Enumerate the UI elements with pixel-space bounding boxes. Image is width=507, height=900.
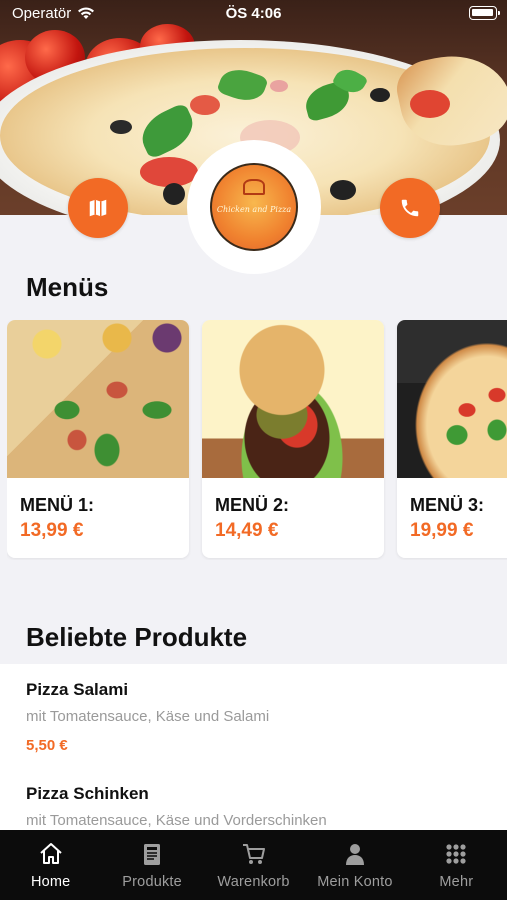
- product-name: Pizza Schinken: [26, 784, 149, 803]
- menu-3-price: 19,99 €: [410, 520, 474, 541]
- menu-2-price: 14,49 €: [215, 520, 279, 541]
- restaurant-logo: Chicken and Pizza: [210, 163, 298, 251]
- carrier-label: Operatör: [12, 4, 72, 22]
- tab-products[interactable]: Produkte: [101, 830, 202, 900]
- product-item[interactable]: Pizza Schinken mit Tomatensauce, Käse un…: [26, 784, 327, 829]
- product-name: Pizza Salami: [26, 680, 129, 699]
- phone-icon: [401, 199, 419, 217]
- home-icon: [40, 843, 62, 864]
- status-bar: Operatör ÖS 4:06: [0, 0, 507, 26]
- user-icon: [345, 844, 364, 865]
- tab-more-label: Mehr: [439, 874, 474, 890]
- product-description: mit Tomatensauce, Käse und Vorderschinke…: [26, 812, 327, 829]
- menu-3-image: [397, 320, 507, 478]
- menu-card-1[interactable]: MENÜ 1: 13,99 €: [7, 320, 189, 558]
- wifi-icon: [78, 7, 95, 19]
- tab-home[interactable]: Home: [0, 830, 101, 900]
- menu-1-image: [7, 320, 189, 478]
- menu-1-price: 13,99 €: [20, 520, 84, 541]
- menu-card-2[interactable]: MENÜ 2: 14,49 €: [202, 320, 384, 558]
- map-button[interactable]: [68, 178, 128, 238]
- product-price: 5,50 €: [26, 737, 68, 754]
- restaurant-logo-container: Chicken and Pizza: [187, 140, 321, 274]
- tab-cart-label: Warenkorb: [217, 874, 290, 890]
- battery-icon: [469, 6, 500, 20]
- tab-cart[interactable]: Warenkorb: [203, 830, 304, 900]
- menu-2-image: [202, 320, 384, 478]
- menu-3-label: MENÜ 3:: [410, 495, 485, 515]
- carrier-info: Operatör: [12, 5, 95, 22]
- phone-button[interactable]: [380, 178, 440, 238]
- menu-carousel[interactable]: MENÜ 1: 13,99 € MENÜ 2: 14,49 € MENÜ 3: …: [7, 320, 507, 560]
- status-time: ÖS 4:06: [225, 4, 282, 22]
- tab-account-label: Mein Konto: [317, 874, 393, 890]
- menu-2-label: MENÜ 2:: [215, 495, 290, 515]
- logo-text: Chicken and Pizza: [216, 205, 292, 214]
- popular-products-title: Beliebte Produkte: [26, 622, 248, 652]
- grid-icon: [446, 844, 466, 864]
- tab-more[interactable]: Mehr: [406, 830, 507, 900]
- menus-title: Menüs: [26, 272, 109, 302]
- bottom-tab-bar: Home Produkte Warenkorb Mein Konto Mehr: [0, 830, 507, 900]
- menu-card-3[interactable]: MENÜ 3: 19,99 €: [397, 320, 507, 558]
- map-icon: [89, 199, 107, 217]
- menu-1-label: MENÜ 1:: [20, 495, 95, 515]
- menu-book-icon: [144, 844, 161, 865]
- tab-home-label: Home: [30, 874, 71, 890]
- cart-icon: [242, 844, 265, 864]
- popular-products-list: Pizza Salami mit Tomatensauce, Käse und …: [0, 664, 507, 834]
- logo-emblem-icon: [243, 179, 265, 195]
- product-description: mit Tomatensauce, Käse und Salami: [26, 708, 270, 725]
- tab-products-label: Produkte: [122, 874, 182, 890]
- product-item[interactable]: Pizza Salami mit Tomatensauce, Käse und …: [26, 680, 269, 754]
- tab-account[interactable]: Mein Konto: [304, 830, 405, 900]
